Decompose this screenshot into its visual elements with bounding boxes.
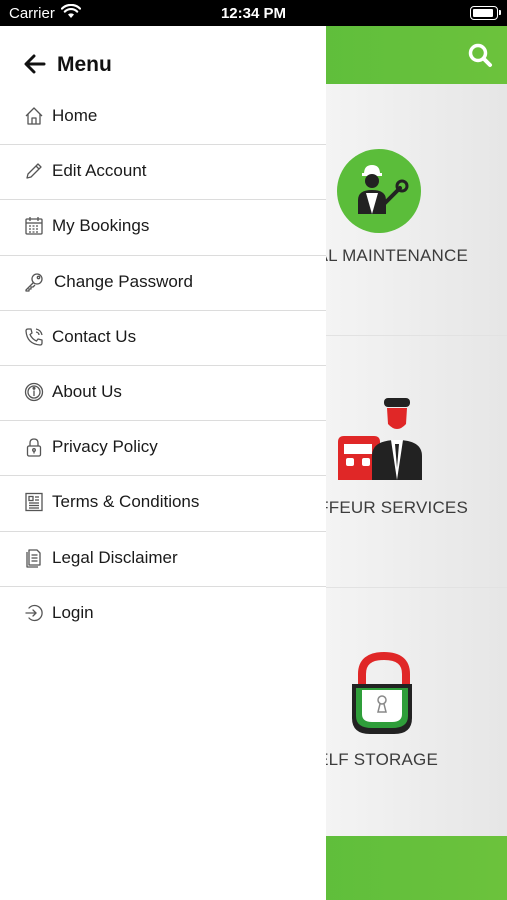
menu-item-label: About Us [52,382,122,402]
menu-item-label: Legal Disclaimer [52,547,178,567]
status-bar: Carrier 12:34 PM [0,0,507,26]
battery-icon [470,6,501,20]
pencil-icon [24,161,44,181]
menu-item-label: Edit Account [52,161,147,181]
menu-item-legal-disclaimer[interactable]: Legal Disclaimer [0,532,326,587]
home-icon [24,106,44,126]
menu-item-edit-account[interactable]: Edit Account [0,145,326,201]
menu-item-contact-us[interactable]: Contact Us [0,311,326,366]
menu-item-label: Home [52,106,98,126]
search-icon[interactable] [467,42,493,73]
padlock-icon [348,651,420,738]
menu-item-label: Privacy Policy [52,437,158,457]
menu-item-label: My Bookings [52,216,150,236]
menu-list: Home Edit Account My Bookings Change Pas… [0,90,326,642]
menu-item-label: Change Password [54,271,193,291]
back-arrow-icon[interactable] [24,54,46,79]
chauffeur-icon [336,396,426,482]
menu-item-terms-conditions[interactable]: Terms & Conditions [0,476,326,532]
lock-icon [24,437,44,457]
menu-header: Menu [0,26,326,90]
menu-item-label: Login [52,603,94,623]
menu-item-about-us[interactable]: About Us [0,366,326,422]
menu-title: Menu [57,53,112,76]
file-icon [24,548,44,568]
document-icon [24,492,44,512]
menu-item-login[interactable]: Login [0,587,326,642]
phone-icon [24,327,44,347]
menu-item-home[interactable]: Home [0,90,326,146]
calendar-icon [24,216,44,236]
menu-item-privacy-policy[interactable]: Privacy Policy [0,421,326,477]
mechanic-icon [336,148,422,234]
menu-item-change-password[interactable]: Change Password [0,256,326,311]
side-menu-drawer: Menu Home Edit Account My Bookings Chang… [0,26,326,900]
menu-item-label: Contact Us [52,326,137,346]
menu-item-label: Terms & Conditions [52,492,200,512]
key-icon [24,272,44,292]
info-icon [24,382,44,402]
login-icon [24,603,44,623]
menu-item-my-bookings[interactable]: My Bookings [0,200,326,256]
clock: 12:34 PM [220,5,287,22]
